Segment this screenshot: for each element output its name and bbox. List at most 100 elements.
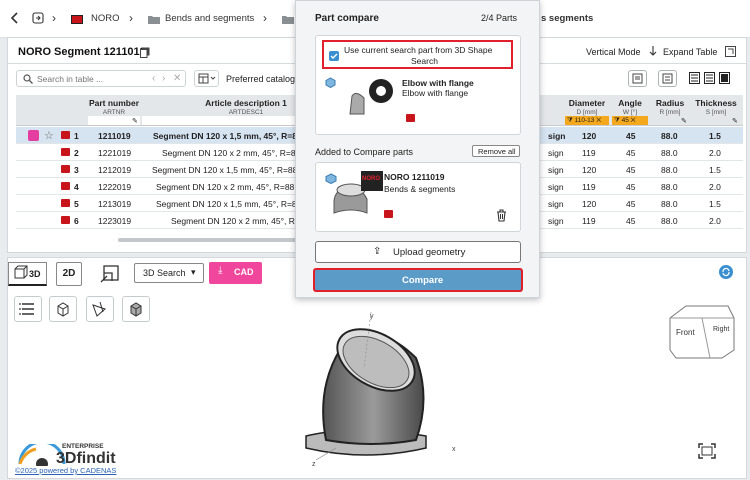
grid-view-icon[interactable] [704,72,715,84]
back-arrow-icon[interactable] [8,11,22,25]
dropdown-caret-icon: ▾ [191,267,196,277]
copyright-link[interactable]: ©2025 powered by CADENAS [15,466,116,475]
noro-logo: NORO [361,171,383,191]
breadcrumb-item-segments[interactable]: s segments [541,13,593,24]
edit-icon[interactable]: ✎ [681,117,687,125]
search-3d-dropdown[interactable]: 3D Search ▾ [134,263,204,283]
cell-angle: 45 [626,199,636,209]
part-type-icon [61,131,70,139]
search-icon [23,74,33,84]
column-header-radius[interactable]: Radius R [mm] [652,98,688,116]
row-number: 5 [74,199,79,209]
export-table-button[interactable] [628,70,647,87]
view-cube-right-label[interactable]: Right [713,326,729,333]
compare-button[interactable]: Compare [313,268,523,292]
compare-badge-icon[interactable] [28,130,39,141]
elbow-3d-model[interactable]: y z x [296,308,466,468]
search-3d-label: 3D Search [143,268,186,278]
preferred-catalog-label[interactable]: Preferred catalog [226,74,295,84]
filter-clear-icon[interactable]: ✕ [631,117,636,124]
expand-icon[interactable] [725,46,736,57]
part-type-icon [406,114,415,122]
remove-all-button[interactable]: Remove all [472,145,520,157]
filter-clear-icon[interactable]: ✕ [596,117,601,124]
cell-part-number: 1223019 [98,216,132,226]
cad-download-button[interactable]: ⤓ CAD [209,262,262,284]
horizontal-scrollbar[interactable] [118,238,308,242]
home-icon[interactable] [32,12,44,24]
cell-radius: 88.0 [661,131,678,141]
measure-icon[interactable] [98,263,122,285]
filter-chip-diameter[interactable]: ⧩ 110-13 ✕ [565,116,609,125]
search-prev-icon[interactable]: ‹ [152,73,155,84]
use-search-part-option[interactable]: Use current search part from 3D Shape Se… [322,40,513,69]
view-cube[interactable]: Front Right [666,298,738,360]
column-select-button[interactable] [194,70,219,87]
cell-type: sign [548,148,564,158]
wireframe-button[interactable] [49,296,77,322]
upload-geometry-label: Upload geometry [393,247,466,258]
cell-angle: 45 [626,131,636,141]
sync-icon[interactable] [719,265,733,279]
edit-icon[interactable]: ✎ [732,117,738,125]
cell-angle: 45 [626,216,636,226]
column-header-angle[interactable]: Angle W [°] [612,98,648,116]
row-number: 1 [74,131,79,141]
table-search-input[interactable] [37,73,147,85]
cell-radius: 88.0 [661,148,678,158]
cell-part-number: 1211019 [98,131,131,141]
cell-part-number: 1222019 [98,182,132,192]
tab-2d-label: 2D [62,268,76,279]
expand-table-button[interactable]: Expand Table [663,47,717,57]
cube-icon [325,77,336,88]
cell-thickness: 1.5 [709,165,721,175]
row-number: 4 [74,182,79,192]
row-number: 6 [74,216,79,226]
brand-enterprise-label: ENTERPRISE [62,443,104,450]
breadcrumb-item-noro[interactable]: NORO [91,13,120,24]
part-type-icon [61,216,70,224]
column-header-diameter[interactable]: Diameter D [mm] [567,98,607,116]
table-settings-button[interactable] [658,70,677,87]
breadcrumb-item-bends[interactable]: Bends and segments [165,13,254,24]
detail-view-icon[interactable] [719,72,730,84]
parts-list-button[interactable] [14,296,42,322]
remove-all-label: Remove all [478,147,516,156]
delete-icon[interactable] [496,209,507,222]
noro-logo-text: NORO [362,176,380,182]
table-search-box[interactable]: ‹ › ✕ [16,70,186,87]
column-filter-input-description[interactable] [142,116,312,125]
tab-2d[interactable]: 2D [56,262,82,286]
column-header-part-number[interactable]: Part number ARTNR [88,98,140,116]
fullscreen-icon[interactable] [698,443,716,459]
part-type-icon [61,182,70,190]
copy-icon[interactable] [140,47,150,58]
cell-diameter: 119 [582,216,596,226]
star-icon[interactable]: ☆ [44,129,54,142]
tab-3d[interactable]: 3D [8,262,47,286]
row-number: 3 [74,165,79,175]
svg-text:y: y [370,313,374,320]
view-cube-front-label[interactable]: Front [676,328,695,337]
filter-chip-angle[interactable]: ⧩ 45 ✕ [612,116,648,125]
cutting-plane-button[interactable] [86,296,114,322]
list-view-icon[interactable] [689,72,700,84]
search-next-icon[interactable]: › [162,73,165,84]
shaded-view-button[interactable] [122,296,150,322]
upload-geometry-button[interactable]: ⇪ Upload geometry [315,241,521,263]
use-search-part-label: Use current search part from 3D Shape [344,45,493,55]
cell-diameter: 119 [582,182,596,192]
search-clear-icon[interactable]: ✕ [173,73,181,84]
cell-radius: 88.0 [661,182,678,192]
cell-type: sign [548,182,564,192]
filter-icon: ⧩ [567,117,573,124]
upload-icon: ⇪ [373,246,382,257]
popup-title: Part compare [315,13,379,24]
vertical-mode-button[interactable]: Vertical Mode [586,47,641,57]
search-part-title: Elbow with flange [402,78,474,88]
use-search-part-checkbox[interactable] [329,51,339,61]
part-type-icon [61,165,70,173]
column-header-thickness[interactable]: Thickness S [mm] [693,98,739,116]
cell-type: sign [548,131,566,141]
edit-icon[interactable]: ✎ [132,117,138,125]
